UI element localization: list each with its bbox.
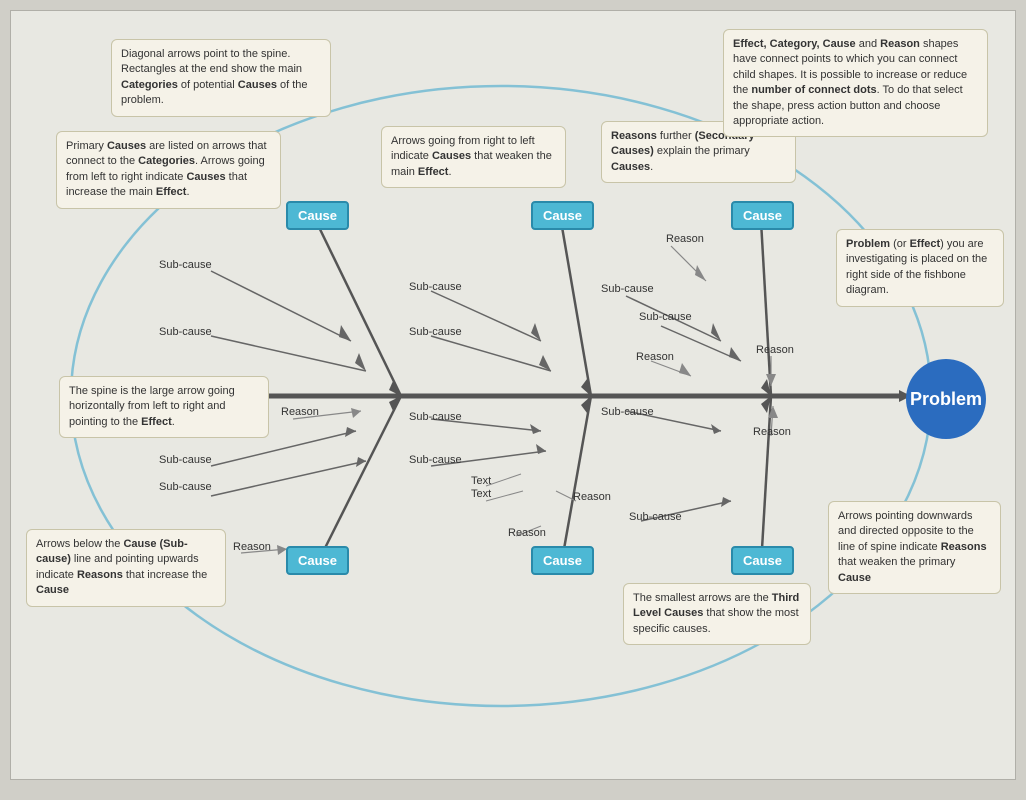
label-subcause-3: Sub-cause bbox=[409, 281, 462, 293]
label-subcause-2: Sub-cause bbox=[159, 326, 212, 338]
cause-box-3[interactable]: Cause bbox=[731, 201, 794, 230]
label-reason-6: Reason bbox=[573, 491, 611, 503]
label-subcause-10: Sub-cause bbox=[409, 411, 462, 423]
tooltip-6: Problem (or Effect) you are investigatin… bbox=[836, 229, 1004, 307]
tooltip-5: Effect, Category, Cause and Reason shape… bbox=[723, 29, 988, 137]
label-reason-3: Reason bbox=[666, 233, 704, 245]
tooltip-8: Arrows below the Cause (Sub-cause) line … bbox=[26, 529, 226, 607]
problem-circle[interactable]: Problem bbox=[906, 359, 986, 439]
tooltip-9: The smallest arrows are the Third Level … bbox=[623, 583, 811, 645]
label-reason-1: Reason bbox=[636, 351, 674, 363]
cause-box-2[interactable]: Cause bbox=[531, 201, 594, 230]
label-subcause-4: Sub-cause bbox=[409, 326, 462, 338]
label-subcause-8: Sub-cause bbox=[159, 481, 212, 493]
label-subcause-7: Sub-cause bbox=[159, 454, 212, 466]
fishbone-canvas: Cause Cause Cause Cause Cause Cause Prob… bbox=[10, 10, 1016, 780]
problem-label: Problem bbox=[910, 389, 982, 410]
tooltip-7: The spine is the large arrow going horiz… bbox=[59, 376, 269, 438]
label-subcause-6: Sub-cause bbox=[639, 311, 692, 323]
label-text-2: Text bbox=[471, 488, 491, 500]
label-text-1: Text bbox=[471, 475, 491, 487]
label-reason-8: Reason bbox=[233, 541, 271, 553]
label-reason-4: Reason bbox=[281, 406, 319, 418]
label-reason-7: Reason bbox=[508, 527, 546, 539]
label-subcause-1: Sub-cause bbox=[159, 259, 212, 271]
tooltip-2: Primary Causes are listed on arrows that… bbox=[56, 131, 281, 209]
label-subcause-5: Sub-cause bbox=[601, 283, 654, 295]
cause-box-4[interactable]: Cause bbox=[286, 546, 349, 575]
tooltip-10: Arrows pointing downwards and directed o… bbox=[828, 501, 1001, 594]
tooltip-3: Arrows going from right to left indicate… bbox=[381, 126, 566, 188]
label-subcause-9: Sub-cause bbox=[409, 454, 462, 466]
label-reason-2: Reason bbox=[756, 344, 794, 356]
cause-box-5[interactable]: Cause bbox=[531, 546, 594, 575]
label-reason-5: Reason bbox=[753, 426, 791, 438]
label-subcause-12: Sub-cause bbox=[629, 511, 682, 523]
tooltip-1: Diagonal arrows point to the spine. Rect… bbox=[111, 39, 331, 117]
cause-box-1[interactable]: Cause bbox=[286, 201, 349, 230]
label-subcause-11: Sub-cause bbox=[601, 406, 654, 418]
cause-box-6[interactable]: Cause bbox=[731, 546, 794, 575]
